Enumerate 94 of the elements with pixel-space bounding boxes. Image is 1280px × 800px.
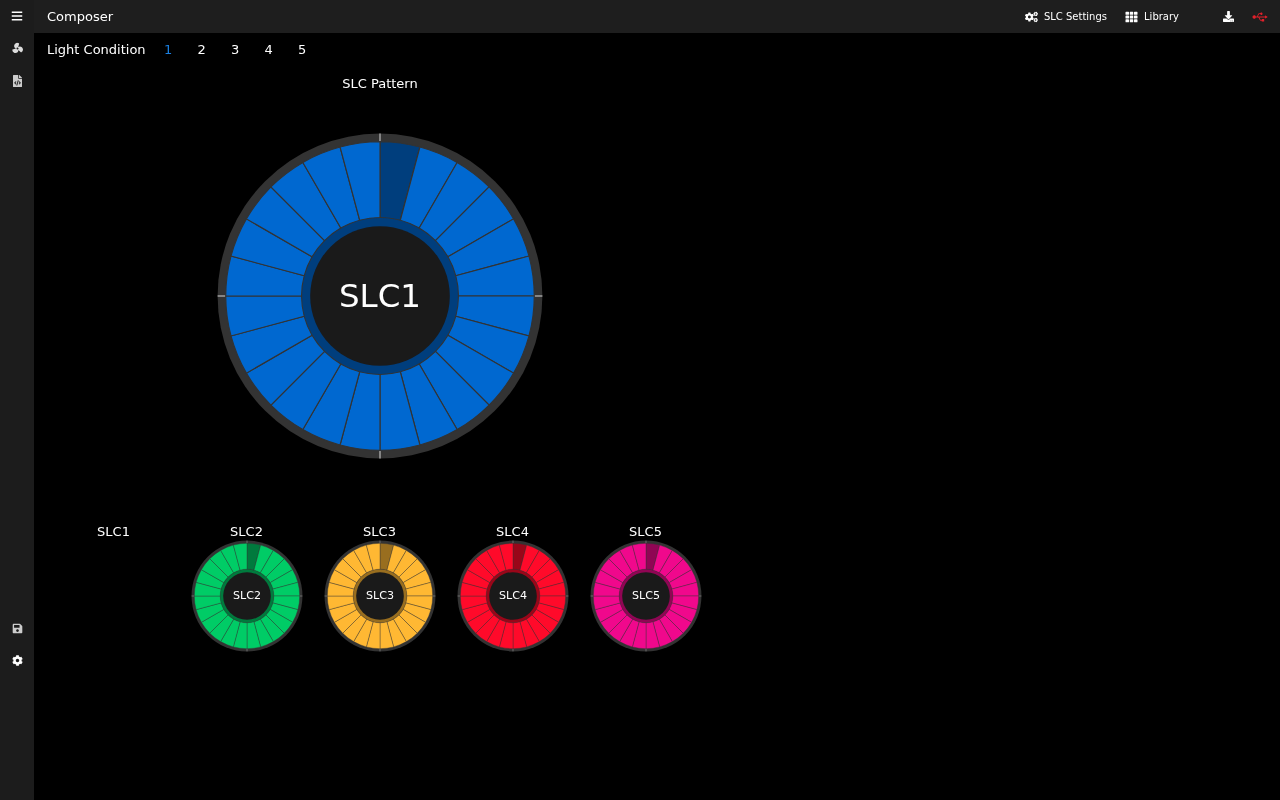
- wheel-segment[interactable]: [386, 618, 407, 647]
- wheel-label: SLC1: [339, 276, 421, 315]
- save-icon[interactable]: [11, 623, 23, 634]
- toolbar-button[interactable]: SLC Settings: [1024, 9, 1108, 24]
- pattern-name: SLC4: [496, 522, 529, 540]
- light-condition-label: Light Condition: [47, 41, 147, 60]
- wheel-segment[interactable]: [253, 618, 274, 647]
- wheel-segment[interactable]: [608, 614, 633, 642]
- pattern-title: SLC Pattern: [342, 75, 418, 93]
- wheel-segment[interactable]: [328, 602, 357, 623]
- wheel-segment[interactable]: [398, 608, 426, 633]
- wheel-segment[interactable]: [402, 568, 431, 589]
- download-icon[interactable]: [1223, 11, 1234, 22]
- settings-icon[interactable]: [11, 655, 23, 666]
- wheel-segment[interactable]: [365, 542, 380, 570]
- wheel-segment[interactable]: [461, 568, 490, 589]
- pattern-wheel[interactable]: SLC3: [323, 539, 436, 652]
- wheel-segment[interactable]: [466, 608, 494, 633]
- wheel-segment[interactable]: [485, 544, 506, 573]
- wheel-segment[interactable]: [365, 621, 380, 649]
- fan-icon[interactable]: [10, 42, 24, 55]
- wheel-segment[interactable]: [405, 595, 433, 610]
- wheel-segment[interactable]: [259, 614, 284, 642]
- wheel-segment[interactable]: [664, 558, 692, 583]
- wheel-segment[interactable]: [466, 558, 494, 583]
- pattern-wheel[interactable]: SLC5: [589, 539, 702, 652]
- wheel-segment[interactable]: [269, 568, 298, 589]
- wheel-segment[interactable]: [326, 581, 354, 596]
- wheel-segment[interactable]: [352, 618, 373, 647]
- wheel-segment[interactable]: [232, 542, 247, 570]
- gears-icon: [1024, 10, 1038, 23]
- wheel-segment[interactable]: [219, 618, 240, 647]
- wheel-label: SLC2: [232, 589, 261, 602]
- pattern-name: SLC2: [230, 522, 263, 540]
- wheel-segment[interactable]: [269, 602, 298, 623]
- wheel-segment[interactable]: [475, 614, 500, 642]
- wheel-segment[interactable]: [195, 568, 224, 589]
- wheel-segment[interactable]: [398, 558, 426, 583]
- wheel-segment[interactable]: [333, 608, 361, 633]
- pattern-name: SLC5: [629, 522, 662, 540]
- wheel-segment[interactable]: [525, 549, 550, 577]
- page-title: Composer: [47, 7, 113, 26]
- wheel-label: SLC3: [365, 589, 394, 602]
- wheel-label: SLC5: [631, 589, 660, 602]
- wheel-segment[interactable]: [475, 549, 500, 577]
- wheel-segment[interactable]: [608, 549, 633, 577]
- pattern-wheel[interactable]: SLC2: [190, 539, 303, 652]
- wheel-segment[interactable]: [200, 558, 228, 583]
- pattern-name: SLC3: [363, 522, 396, 540]
- wheel-segment[interactable]: [405, 581, 433, 596]
- wheel-segment[interactable]: [392, 549, 417, 577]
- condition-tab[interactable]: 4: [264, 40, 298, 60]
- wheel-segment[interactable]: [232, 621, 247, 649]
- wheel-segment[interactable]: [342, 549, 367, 577]
- wheel-segment[interactable]: [209, 614, 234, 642]
- wheel-segment[interactable]: [599, 558, 627, 583]
- wheel-segment[interactable]: [618, 544, 639, 573]
- wheel-segment[interactable]: [352, 544, 373, 573]
- usb-icon[interactable]: [1252, 10, 1268, 23]
- wheel-segment[interactable]: [531, 558, 559, 583]
- wheel-segment[interactable]: [333, 558, 361, 583]
- wheel-segment[interactable]: [195, 602, 224, 623]
- wheel-segment[interactable]: [658, 549, 683, 577]
- wheel-segment[interactable]: [193, 595, 221, 610]
- menu-icon[interactable]: [11, 10, 23, 22]
- wheel-segment[interactable]: [265, 558, 293, 583]
- toolbar-button[interactable]: Library: [1125, 9, 1179, 24]
- wheel-segment[interactable]: [272, 581, 300, 596]
- wheel-segment[interactable]: [265, 608, 293, 633]
- wheel-segment[interactable]: [272, 595, 300, 610]
- wheel-segment[interactable]: [342, 614, 367, 642]
- condition-tab[interactable]: 1: [164, 40, 198, 60]
- wheel-segment[interactable]: [594, 568, 623, 589]
- condition-tab[interactable]: 2: [197, 40, 231, 60]
- condition-tab[interactable]: 5: [298, 40, 332, 60]
- wheel-segment[interactable]: [259, 549, 284, 577]
- wheel-segment[interactable]: [392, 614, 417, 642]
- wheel-segment[interactable]: [379, 621, 394, 649]
- wheel-segment[interactable]: [193, 581, 221, 596]
- pattern-wheel[interactable]: SLC4: [456, 539, 569, 652]
- condition-tab[interactable]: 3: [231, 40, 265, 60]
- wheel-segment[interactable]: [402, 602, 431, 623]
- pattern-name: SLC1: [97, 522, 130, 540]
- wheel-segment[interactable]: [328, 568, 357, 589]
- wheel-label: SLC4: [498, 589, 527, 602]
- wheel-segment[interactable]: [219, 544, 240, 573]
- wheel-segment[interactable]: [599, 608, 627, 633]
- wheel-segment[interactable]: [253, 544, 274, 573]
- wheel-segment[interactable]: [386, 544, 407, 573]
- wheel-segment[interactable]: [209, 549, 234, 577]
- grid-icon: [1125, 10, 1139, 23]
- wheel-segment[interactable]: [200, 608, 228, 633]
- wheel-segment[interactable]: [326, 595, 354, 610]
- file-code-icon[interactable]: [11, 75, 23, 87]
